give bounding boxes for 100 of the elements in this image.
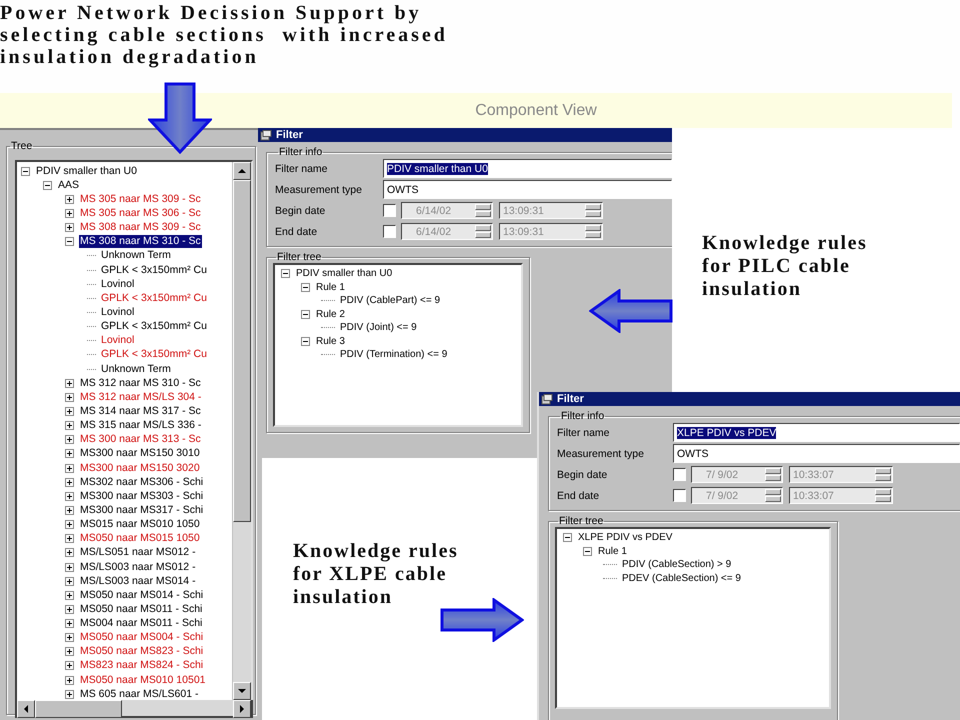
expander-icon[interactable] [65,576,74,586]
expander-icon[interactable] [65,406,74,416]
expander-icon[interactable] [43,180,52,190]
vertical-scrollbar[interactable] [232,162,251,700]
expander-icon[interactable] [65,604,74,614]
tree-item[interactable]: MS050 naar MS015 1050 [79,532,201,546]
expander-icon[interactable] [65,421,74,430]
tree-item[interactable]: MS015 naar MS010 1050 [79,518,201,532]
spinner-icon[interactable] [475,204,491,217]
tree-item[interactable]: MS 300 naar MS 313 - Sc [79,433,202,446]
expander-icon[interactable] [301,310,310,319]
checkbox[interactable] [383,204,396,217]
tree-item[interactable]: Unknown Term [100,362,172,376]
tree-item[interactable]: MS 305 naar MS 309 - Sc [79,192,202,206]
tree-item[interactable]: Rule 2 [315,308,346,320]
scroll-thumb[interactable] [233,180,251,522]
scroll-thumb[interactable] [35,700,122,718]
tree-item[interactable]: PDIV (Joint) <= 9 [339,322,418,334]
expander-icon[interactable] [65,506,74,515]
tree-item[interactable]: AAS [57,178,80,192]
tree-item[interactable]: MS300 naar MS150 3010 [79,447,201,460]
tree-item[interactable]: MS300 naar MS150 3020 [79,462,201,475]
tree-item[interactable]: MS004 naar MS011 - Schi [79,617,204,630]
scroll-down-icon[interactable] [233,682,251,700]
expander-icon[interactable] [281,269,290,278]
spinner-icon[interactable] [765,489,781,502]
tree-item[interactable]: MS050 naar MS010 10501 [79,674,207,687]
expander-icon[interactable] [65,223,74,232]
spinner-icon[interactable] [475,225,491,238]
checkbox[interactable] [383,225,396,238]
checkbox[interactable] [673,489,686,502]
tree-item[interactable]: MS 312 naar MS/LS 304 - [79,390,202,404]
expander-icon[interactable] [65,378,74,388]
expander-icon[interactable] [301,282,310,292]
scroll-left-icon[interactable] [17,700,35,718]
expander-icon[interactable] [65,647,74,656]
tree-item[interactable]: GPLK < 3x150mm² Cu [100,348,208,362]
expander-icon[interactable] [563,533,572,542]
tree-item[interactable]: MS050 naar MS011 - Schi [79,602,204,616]
tree-item[interactable]: MS 308 naar MS 310 - Sc [79,235,202,248]
tree-item[interactable]: MS 315 naar MS/LS 336 - [79,419,202,432]
tree-item[interactable]: MS 308 naar MS 309 - Sc [79,221,202,234]
tree-item[interactable]: MS823 naar MS824 - Schi [79,659,204,672]
expander-icon[interactable] [65,661,74,670]
expander-icon[interactable] [65,633,74,642]
expander-icon[interactable] [65,590,74,600]
tree-item[interactable]: MS 314 naar MS 317 - Sc [79,404,202,418]
scroll-up-icon[interactable] [233,162,251,180]
expander-icon[interactable] [65,548,74,558]
checkbox[interactable] [673,468,686,481]
tree-item[interactable]: GPLK < 3x150mm² Cu [100,320,208,334]
input-field[interactable]: XLPE PDIV vs PDEV [673,423,960,442]
spinner-icon[interactable] [875,489,891,502]
tree-item[interactable]: XLPE PDIV vs PDEV [577,532,674,544]
input-field[interactable]: OWTS [383,180,672,199]
tree-item[interactable]: PDEV (CableSection) <= 9 [621,572,742,584]
tree-item[interactable]: Rule 1 [315,282,346,293]
tree-item[interactable]: PDIV smaller than U0 [35,164,138,178]
expander-icon[interactable] [65,619,74,628]
expander-icon[interactable] [301,336,310,346]
expander-icon[interactable] [65,520,74,530]
tree-item[interactable]: MS/LS051 naar MS012 - [79,546,197,560]
spinner-icon[interactable] [875,468,891,481]
tree-item[interactable]: PDIV (CableSection) > 9 [621,559,732,570]
tree-item[interactable]: MS 605 naar MS/LS601 - [79,688,200,700]
tree-item[interactable]: PDIV smaller than U0 [295,268,394,280]
tree-item[interactable]: MS050 naar MS004 - Schi [79,631,204,644]
tree-item[interactable]: MS/LS003 naar MS014 - [79,574,197,588]
tree-item[interactable]: MS/LS003 naar MS012 - [79,560,197,574]
spinner-icon[interactable] [765,468,781,481]
expander-icon[interactable] [65,208,74,218]
tree-item[interactable]: PDIV (CablePart) <= 9 [339,295,442,306]
tree-item[interactable]: Lovinol [100,334,136,348]
expander-icon[interactable] [65,194,74,204]
expander-icon[interactable] [65,392,74,402]
expander-icon[interactable] [65,562,74,572]
tree-item[interactable]: MS 312 naar MS 310 - Sc [79,376,202,390]
expander-icon[interactable] [21,166,30,176]
tree-item[interactable]: PDIV (Termination) <= 9 [339,349,448,360]
expander-icon[interactable] [65,690,74,699]
tree-item[interactable]: Unknown Term [100,249,172,262]
expander-icon[interactable] [65,676,74,685]
input-field[interactable]: PDIV smaller than U0 [383,159,672,178]
expander-icon[interactable] [65,534,74,544]
expander-icon[interactable] [65,478,74,487]
scroll-right-icon[interactable] [233,700,251,718]
expander-icon[interactable] [65,492,74,501]
expander-icon[interactable] [65,464,74,473]
spinner-icon[interactable] [585,225,601,238]
tree-item[interactable]: GPLK < 3x150mm² Cu [100,264,208,277]
tree-item[interactable]: MS302 naar MS306 - Schi [79,476,204,489]
input-field[interactable]: OWTS [673,444,960,463]
tree-item[interactable]: Lovinol [100,306,136,319]
tree-item[interactable]: MS300 naar MS303 - Schi [79,490,204,503]
tree-item[interactable]: MS300 naar MS317 - Schi [79,504,204,517]
expander-icon[interactable] [65,237,74,246]
expander-icon[interactable] [583,546,592,556]
tree-item[interactable]: Lovinol [100,278,136,291]
expander-icon[interactable] [65,449,74,458]
tree-item[interactable]: MS050 naar MS014 - Schi [79,588,204,602]
